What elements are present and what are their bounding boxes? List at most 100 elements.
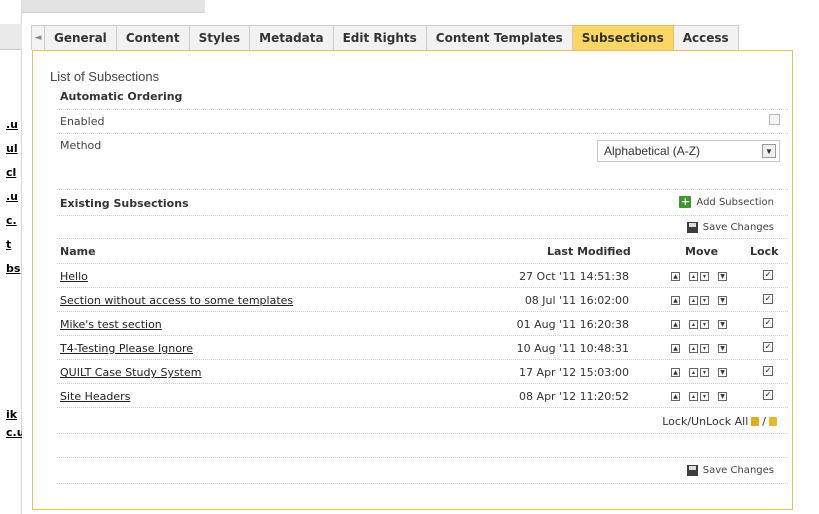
move-controls: ▲ ▴ ▾ ▼ (671, 344, 727, 353)
tab-general[interactable]: General (45, 25, 117, 50)
tab-content[interactable]: Content (116, 25, 190, 50)
move-top-icon[interactable]: ▲ (671, 272, 680, 281)
existing-subsections-heading: Existing Subsections (60, 197, 189, 210)
unlock-icon[interactable] (769, 417, 777, 426)
save-changes-row-top: Save Changes (57, 216, 788, 239)
left-link[interactable]: .u (6, 190, 22, 203)
lock-checkbox[interactable]: ✓ (763, 366, 773, 376)
move-up-icon[interactable]: ▴ (689, 392, 698, 401)
subsection-last-modified: 08 Apr '12 11:20:52 (519, 390, 629, 403)
column-lock-header: Lock (750, 245, 779, 258)
move-controls: ▲ ▴ ▾ ▼ (671, 296, 727, 305)
move-bottom-icon[interactable]: ▼ (718, 272, 727, 281)
automatic-ordering-header-row: Automatic Ordering (57, 88, 788, 110)
left-link[interactable]: c. (6, 214, 22, 227)
left-link[interactable]: .u (6, 118, 22, 131)
move-top-icon[interactable]: ▲ (671, 392, 680, 401)
move-down-icon[interactable]: ▾ (700, 296, 709, 305)
column-move-header: Move (685, 245, 719, 258)
tab-styles[interactable]: Styles (189, 25, 251, 50)
move-down-icon[interactable]: ▾ (700, 320, 709, 329)
move-controls: ▲ ▴ ▾ ▼ (671, 368, 727, 377)
save-icon (686, 222, 698, 233)
left-link[interactable]: cl (6, 166, 22, 179)
add-icon: + (679, 195, 692, 208)
save-changes-button-top[interactable]: Save Changes (686, 222, 774, 233)
table-row: T4-Testing Please Ignore 10 Aug '11 10:4… (57, 336, 788, 360)
panel-title: List of Subsections (50, 69, 160, 84)
subsection-link[interactable]: Mike's test section (60, 318, 162, 331)
method-row: Method Alphabetical (A-Z) ▼ (57, 134, 788, 162)
subsection-last-modified: 27 Oct '11 14:51:38 (519, 270, 629, 283)
table-row: Hello 27 Oct '11 14:51:38 ▲ ▴ ▾ ▼ ✓ (57, 264, 788, 288)
move-bottom-icon[interactable]: ▼ (718, 392, 727, 401)
lock-unlock-all: Lock/UnLock All / (662, 415, 780, 428)
move-up-icon[interactable]: ▴ (689, 320, 698, 329)
table-row: Site Headers 08 Apr '12 11:20:52 ▲ ▴ ▾ ▼… (57, 384, 788, 408)
subsection-link[interactable]: Section without access to some templates (60, 294, 293, 307)
tab-access[interactable]: Access (673, 25, 739, 50)
subsection-link[interactable]: Site Headers (60, 390, 130, 403)
tab-subsections[interactable]: Subsections (572, 25, 674, 50)
chevron-down-icon[interactable]: ▼ (762, 144, 776, 158)
move-down-icon[interactable]: ▾ (700, 368, 709, 377)
move-down-icon[interactable]: ▾ (700, 392, 709, 401)
lock-all-row: Lock/UnLock All / (57, 408, 788, 434)
move-controls: ▲ ▴ ▾ ▼ (671, 392, 727, 401)
lock-icon[interactable] (751, 417, 760, 426)
method-label: Method (60, 139, 102, 152)
move-up-icon[interactable]: ▴ (689, 368, 698, 377)
tab-bar: ◄ General Content Styles Metadata Edit R… (31, 25, 739, 50)
move-bottom-icon[interactable]: ▼ (718, 344, 727, 353)
save-icon (686, 465, 698, 476)
lock-checkbox[interactable]: ✓ (763, 270, 773, 280)
left-link[interactable]: c.u (6, 426, 22, 439)
lock-checkbox[interactable]: ✓ (763, 294, 773, 304)
subsections-panel: List of Subsections Automatic Ordering E… (32, 50, 793, 510)
move-up-icon[interactable]: ▴ (689, 344, 698, 353)
column-last-modified-header: Last Modified (547, 245, 631, 258)
left-link[interactable]: bs (6, 262, 22, 275)
lock-checkbox[interactable]: ✓ (763, 342, 773, 352)
move-top-icon[interactable]: ▲ (671, 344, 680, 353)
top-toolbar-stub (0, 0, 205, 13)
move-top-icon[interactable]: ▲ (671, 296, 680, 305)
move-up-icon[interactable]: ▴ (689, 296, 698, 305)
subsection-last-modified: 10 Aug '11 10:48:31 (516, 342, 629, 355)
left-link[interactable]: ul (6, 142, 22, 155)
enabled-label: Enabled (60, 115, 105, 128)
move-top-icon[interactable]: ▲ (671, 320, 680, 329)
move-bottom-icon[interactable]: ▼ (718, 368, 727, 377)
tab-metadata[interactable]: Metadata (250, 25, 334, 50)
lock-checkbox[interactable]: ✓ (763, 318, 773, 328)
add-subsection-button[interactable]: + Add Subsection (679, 196, 774, 208)
move-controls: ▲ ▴ ▾ ▼ (671, 272, 727, 281)
tab-scroll-left-icon[interactable]: ◄ (31, 25, 45, 50)
lock-checkbox[interactable]: ✓ (763, 390, 773, 400)
save-changes-button-bottom[interactable]: Save Changes (686, 465, 774, 476)
left-sidebar: .u ul cl .u c. t bs ik c.u (0, 0, 22, 514)
enabled-checkbox[interactable] (769, 114, 780, 125)
existing-subsections-row: Existing Subsections + Add Subsection (57, 190, 788, 216)
lock-all-separator: / (762, 415, 766, 428)
move-bottom-icon[interactable]: ▼ (718, 320, 727, 329)
add-subsection-label: Add Subsection (696, 196, 774, 208)
table-row: QUILT Case Study System 17 Apr '12 15:03… (57, 360, 788, 384)
subsection-last-modified: 17 Apr '12 15:03:00 (519, 366, 629, 379)
subsection-last-modified: 01 Aug '11 16:20:38 (516, 318, 629, 331)
move-down-icon[interactable]: ▾ (700, 272, 709, 281)
subsection-link[interactable]: QUILT Case Study System (60, 366, 201, 379)
left-sidebar-header (0, 24, 22, 50)
tab-content-templates[interactable]: Content Templates (426, 25, 573, 50)
move-down-icon[interactable]: ▾ (700, 344, 709, 353)
left-link[interactable]: t (6, 238, 22, 251)
subsection-link[interactable]: T4-Testing Please Ignore (60, 342, 193, 355)
automatic-ordering-heading: Automatic Ordering (60, 90, 183, 103)
table-row: Section without access to some templates… (57, 288, 788, 312)
move-top-icon[interactable]: ▲ (671, 368, 680, 377)
move-up-icon[interactable]: ▴ (689, 272, 698, 281)
tab-edit-rights[interactable]: Edit Rights (333, 25, 427, 50)
move-bottom-icon[interactable]: ▼ (718, 296, 727, 305)
subsection-link[interactable]: Hello (60, 270, 88, 283)
left-link[interactable]: ik (6, 408, 22, 421)
